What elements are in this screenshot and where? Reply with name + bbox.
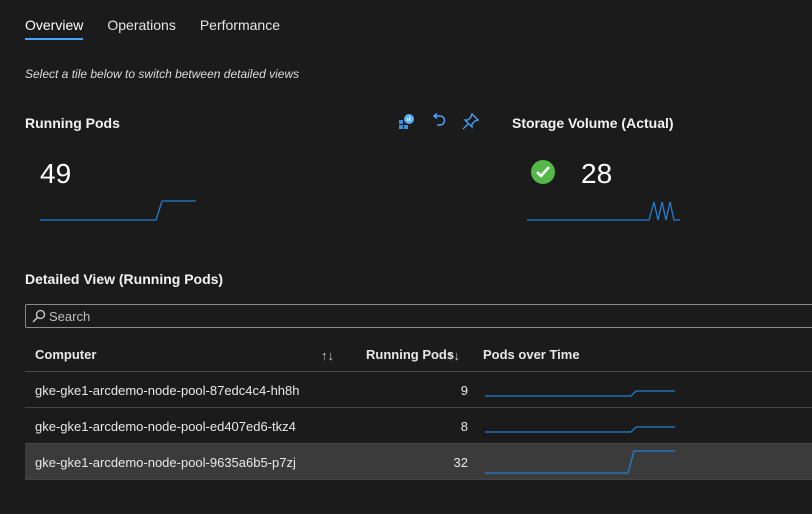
running-pods-count: 9 xyxy=(460,383,468,398)
search-box[interactable] xyxy=(25,304,812,328)
detailed-view-title: Detailed View (Running Pods) xyxy=(25,271,224,287)
search-icon xyxy=(32,309,46,323)
tab-bar: Overview Operations Performance xyxy=(25,0,304,42)
computer-name: gke-gke1-arcdemo-node-pool-ed407ed6-tkz4 xyxy=(35,419,296,434)
undo-icon[interactable] xyxy=(429,112,449,132)
tab-overview[interactable]: Overview xyxy=(25,0,84,42)
sort-icon[interactable]: ↑↓ xyxy=(321,348,334,363)
tab-performance[interactable]: Performance xyxy=(200,0,280,42)
pods-over-time-sparkline xyxy=(485,426,675,433)
table-header: Computer ↑↓ Running Pods ↑↓ Pods over Ti… xyxy=(25,337,812,372)
table-row[interactable]: gke-gke1-arcdemo-node-pool-ed407ed6-tkz4… xyxy=(25,408,812,444)
tab-operations[interactable]: Operations xyxy=(107,0,175,42)
storage-volume-value: 28 xyxy=(581,158,613,189)
pods-over-time-sparkline xyxy=(485,390,675,397)
running-pods-count: 8 xyxy=(460,419,468,434)
storage-volume-sparkline xyxy=(527,201,680,221)
running-pods-count: 32 xyxy=(453,455,468,470)
computer-name: gke-gke1-arcdemo-node-pool-87edc4c4-hh8h xyxy=(35,383,300,398)
insights-icon[interactable] xyxy=(397,112,417,132)
detail-table: Computer ↑↓ Running Pods ↑↓ Pods over Ti… xyxy=(25,337,812,480)
pods-over-time-sparkline xyxy=(485,450,675,474)
running-pods-title: Running Pods xyxy=(25,115,120,131)
table-row[interactable]: gke-gke1-arcdemo-node-pool-87edc4c4-hh8h… xyxy=(25,372,812,408)
column-header-computer[interactable]: Computer xyxy=(35,347,96,362)
running-pods-sparkline xyxy=(40,200,196,221)
column-header-running-pods[interactable]: Running Pods xyxy=(366,347,454,362)
check-circle-icon xyxy=(531,160,555,184)
storage-volume-title: Storage Volume (Actual) xyxy=(512,115,674,131)
computer-name: gke-gke1-arcdemo-node-pool-9635a6b5-p7zj xyxy=(35,455,296,470)
pin-icon[interactable] xyxy=(461,112,481,132)
search-input[interactable] xyxy=(49,307,809,325)
column-header-pods-over-time[interactable]: Pods over Time xyxy=(483,347,580,362)
running-pods-value: 49 xyxy=(40,158,72,189)
sort-icon[interactable]: ↑↓ xyxy=(447,348,460,363)
table-row[interactable]: gke-gke1-arcdemo-node-pool-9635a6b5-p7zj… xyxy=(25,444,812,480)
tile-hint-text: Select a tile below to switch between de… xyxy=(25,67,300,81)
